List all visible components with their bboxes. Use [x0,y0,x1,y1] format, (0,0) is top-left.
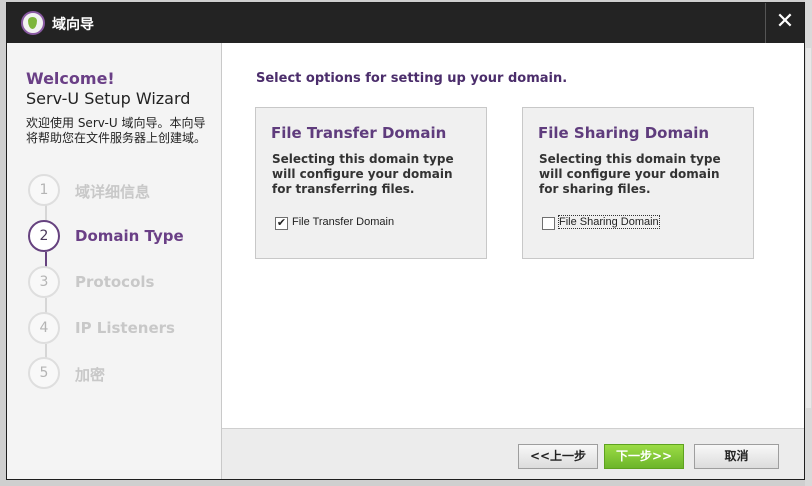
step-ip-listeners[interactable]: 4 IP Listeners [28,312,218,348]
wizard-footer: <<上一步 下一步>> 取消 [222,428,804,479]
checkbox-label[interactable]: File Transfer Domain [292,216,394,228]
card-title: File Transfer Domain [271,124,447,142]
previous-button[interactable]: <<上一步 [518,444,598,469]
card-title: File Sharing Domain [538,124,710,142]
next-button[interactable]: 下一步>> [604,444,684,469]
card-description: Selecting this domain type will configur… [272,152,454,196]
welcome-heading: Welcome! [26,69,115,88]
wizard-window: 域向导 ✕ Welcome! Serv-U Setup Wizard 欢迎使用 … [6,2,805,480]
step-number: 1 [28,174,60,206]
checkbox-label[interactable]: File Sharing Domain [558,215,660,229]
step-domain-type[interactable]: 2 Domain Type [28,220,218,256]
step-number: 4 [28,312,60,344]
step-label: IP Listeners [75,319,175,337]
step-number: 3 [28,266,60,298]
scrollbar-thumb[interactable] [806,48,811,408]
wizard-description: 欢迎使用 Serv-U 域向导。本向导将帮助您在文件服务器上创建域。 [26,116,207,145]
step-label: 域详细信息 [75,183,151,201]
wizard-sidebar: Welcome! Serv-U Setup Wizard 欢迎使用 Serv-U… [7,43,222,479]
step-number: 2 [28,220,60,252]
serv-u-logo-icon [21,11,45,35]
step-label: Domain Type [75,227,184,245]
file-sharing-card[interactable]: File Sharing Domain Selecting this domai… [522,107,754,259]
step-domain-details[interactable]: 1 域详细信息 [28,174,218,210]
check-mark-icon: ✔ [276,216,287,229]
window-title: 域向导 [52,17,94,33]
step-number: 5 [28,357,60,389]
wizard-subtitle: Serv-U Setup Wizard [26,89,191,108]
close-icon[interactable]: ✕ [765,3,804,43]
file-transfer-card[interactable]: File Transfer Domain Selecting this doma… [255,107,487,259]
file-sharing-checkbox[interactable] [542,217,555,230]
file-transfer-checkbox[interactable]: ✔ [275,217,288,230]
title-bar[interactable]: 域向导 ✕ [7,3,804,43]
card-description: Selecting this domain type will configur… [539,152,721,196]
step-label: 加密 [75,366,106,384]
page-headline: Select options for setting up your domai… [256,71,568,86]
page-scrollbar[interactable] [805,0,812,486]
step-protocols[interactable]: 3 Protocols [28,266,218,302]
step-encryption[interactable]: 5 加密 [28,357,218,393]
cancel-button[interactable]: 取消 [694,444,779,469]
step-label: Protocols [75,273,155,291]
main-content: Select options for setting up your domai… [222,43,804,428]
